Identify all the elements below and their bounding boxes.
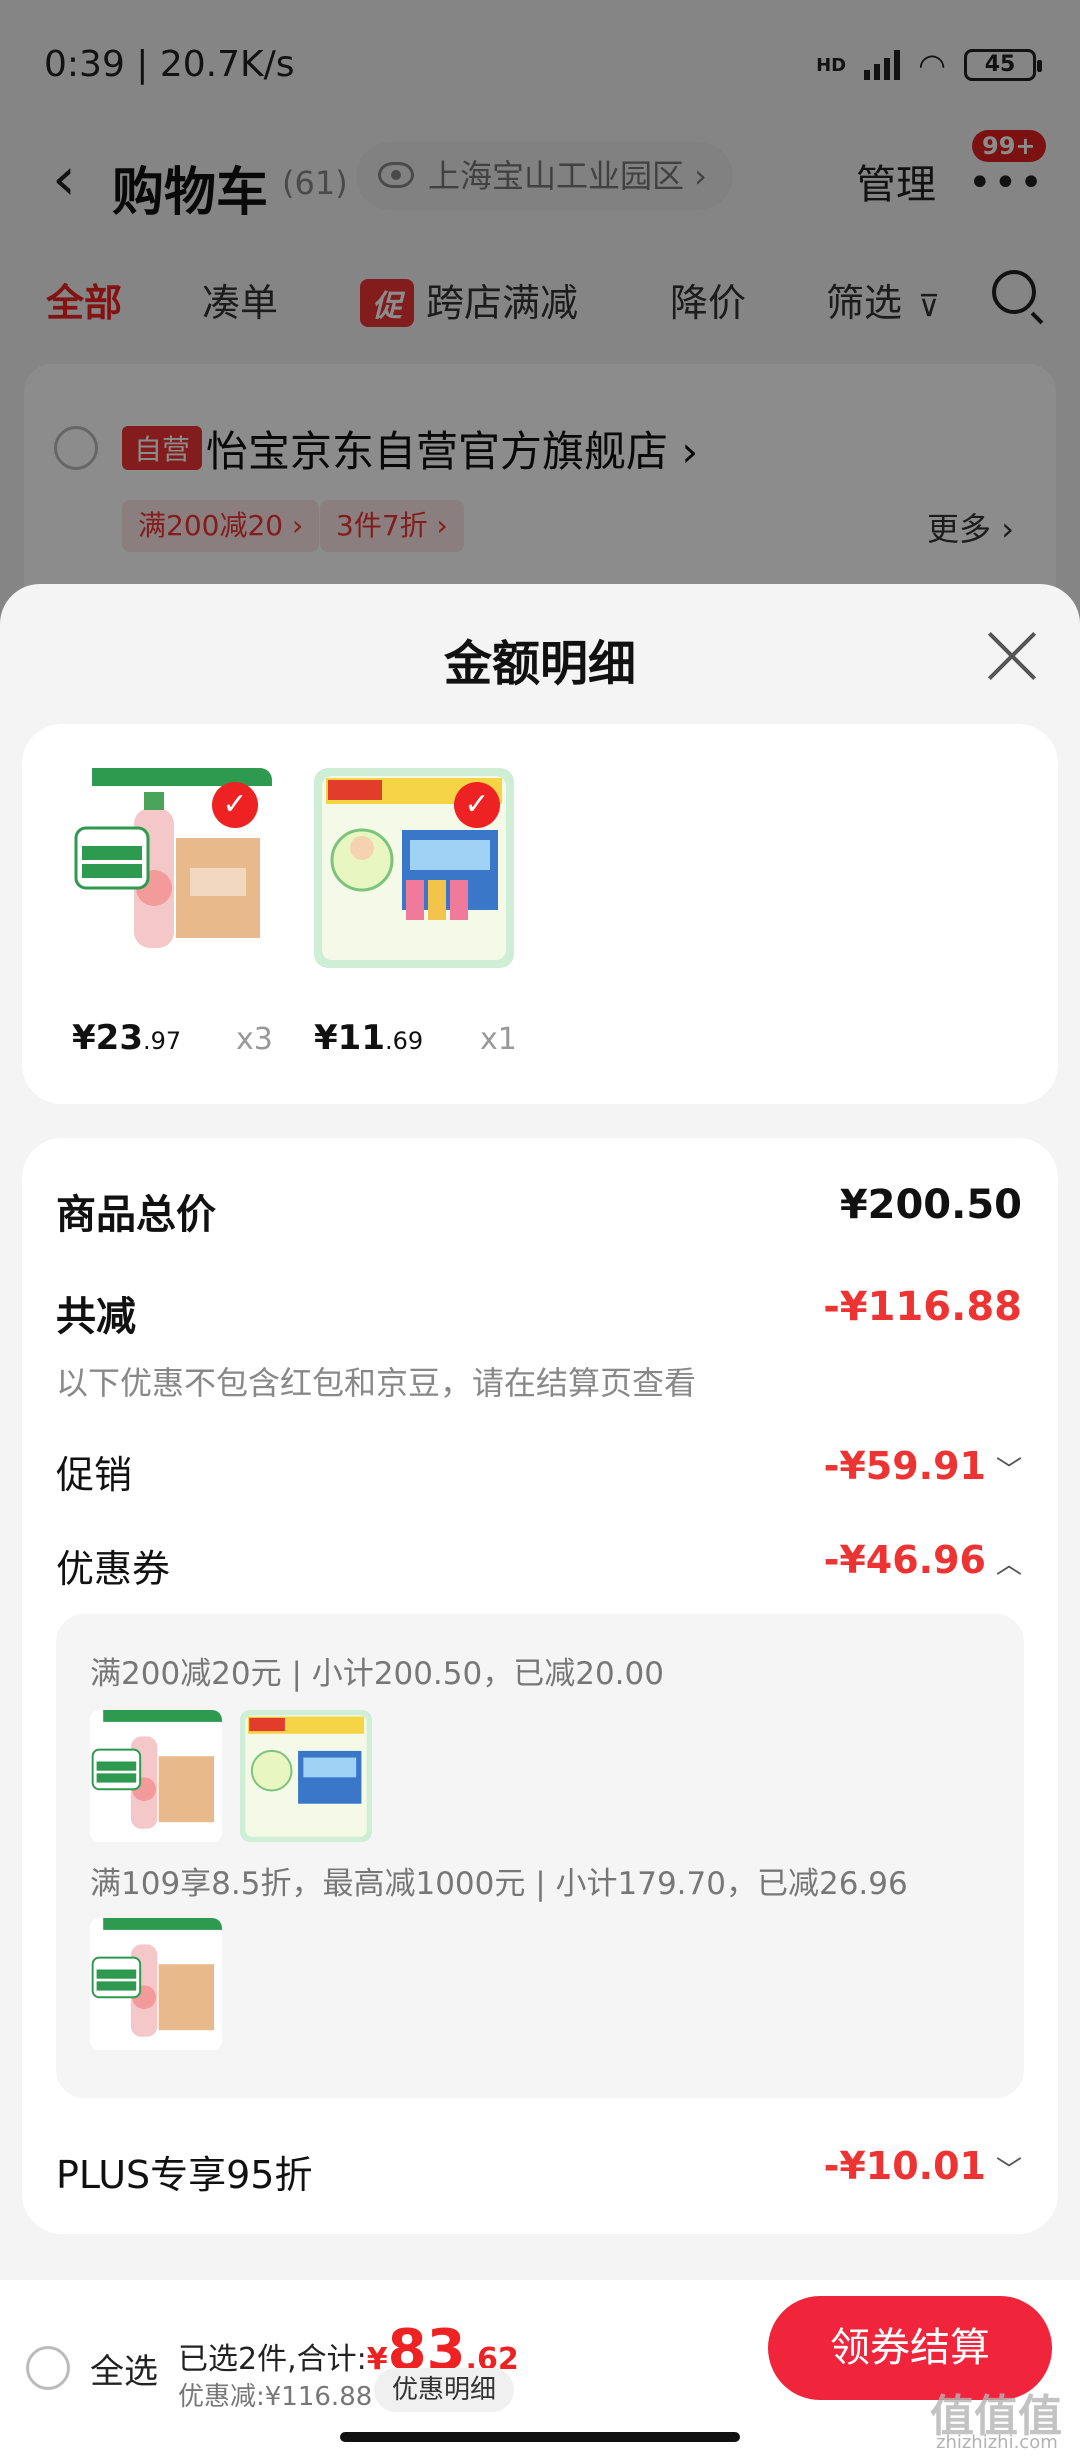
chevron-down-icon: ﹀ [995,2156,1022,2186]
saved-value: -¥116.88 [823,1284,1022,1330]
home-indicator[interactable] [340,2432,740,2442]
watermark-url: zhizhizhi.com [936,2432,1058,2453]
plus-row[interactable]: -¥10.01 ﹀ [824,2144,1022,2188]
coupon-product-water-2 [90,1918,222,2050]
coupon-product-wangwang [240,1710,372,1842]
total-value: ¥200.50 [839,1182,1022,1228]
coupon-value: -¥46.96 [823,1538,986,1582]
plus-value: -¥10.01 [823,2144,986,2188]
item-qty-1: x3 [236,1022,273,1057]
coupon-row[interactable]: -¥46.96 ︿ [824,1538,1022,1582]
chevron-down-icon: ﹀ [995,1456,1022,1486]
price-breakdown-card: 商品总价 ¥200.50 共减 -¥116.88 以下优惠不包含红包和京豆，请在… [22,1138,1058,2234]
product-image-water[interactable]: ✓ [72,768,272,968]
chevron-up-icon: ︿ [995,1550,1022,1580]
coupon-label: 优惠券 [56,1547,171,1591]
select-all-radio[interactable] [26,2346,70,2390]
saved-label: 共减 [56,1294,136,1340]
selected-goods-card: ✓ ¥23.97 x3 ✓ ¥11.69 x1 [22,724,1058,1104]
checkmark-icon: ✓ [212,782,258,828]
item-price-2: ¥11.69 [314,1018,424,1058]
item-price-1: ¥23.97 [72,1018,182,1058]
total-label: 商品总价 [56,1192,216,1238]
close-icon[interactable] [984,628,1040,684]
select-all-label[interactable]: 全选 [90,2344,158,2393]
checkmark-icon: ✓ [454,782,500,828]
promo-value: -¥59.91 [823,1444,986,1488]
discount-detail-button[interactable]: 优惠明细 [374,2368,515,2412]
discount-summary: 优惠减:¥116.88 [178,2382,373,2412]
promo-row[interactable]: -¥59.91 ﹀ [824,1444,1022,1488]
sheet-title: 金额明细 [443,636,636,692]
item-qty-2: x1 [480,1022,517,1057]
coupon-product-water [90,1710,222,1842]
promo-label: 促销 [56,1453,133,1497]
discount-note: 以下优惠不包含红包和京豆，请在结算页查看 [56,1364,697,1402]
coupon-details: 满200减20元 | 小计200.50，已减20.00 满109享8.5折，最高… [56,1614,1024,2098]
coupon-line-1: 满200减20元 | 小计200.50，已减20.00 [90,1656,664,1692]
amount-detail-sheet: 金额明细 ✓ ¥23.97 x3 ✓ ¥11.69 x1 商品总价 ¥200.5… [0,584,1080,2460]
product-image-wangwang[interactable]: ✓ [314,768,514,968]
coupon-line-2: 满109享8.5折，最高减1000元 | 小计179.70，已减26.96 [90,1866,908,1902]
plus-label: PLUS专享95折 [56,2153,313,2197]
